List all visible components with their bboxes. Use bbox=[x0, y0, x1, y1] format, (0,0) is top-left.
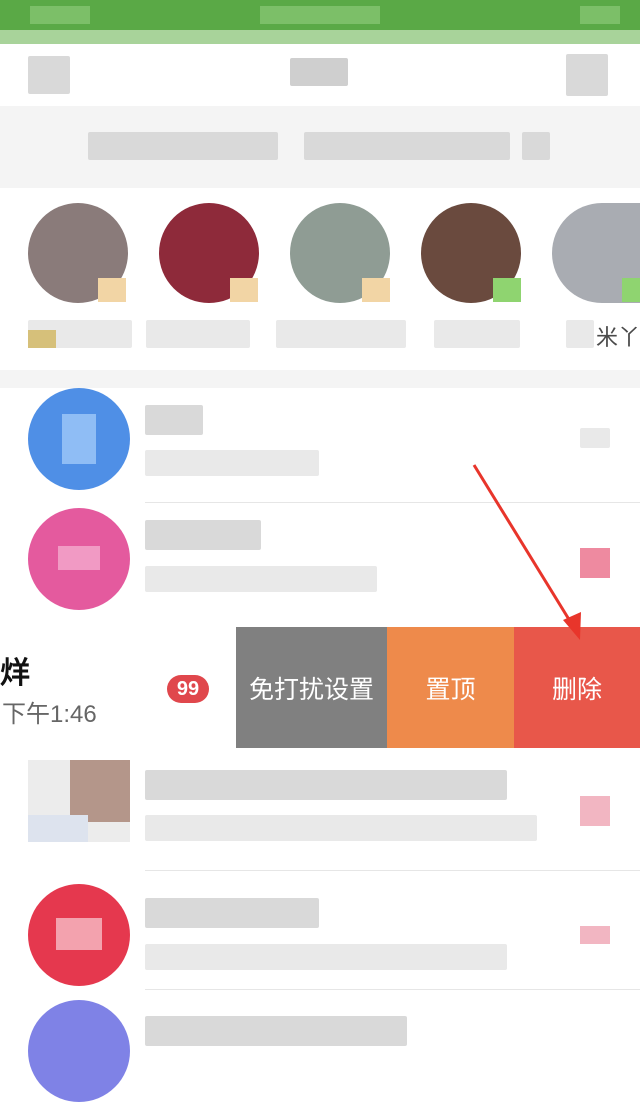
chat-name bbox=[145, 520, 261, 550]
badge-icon bbox=[622, 278, 640, 302]
avatar-detail bbox=[56, 918, 102, 950]
status-blur bbox=[580, 6, 620, 24]
add-icon[interactable] bbox=[566, 54, 608, 96]
chat-name bbox=[145, 1016, 407, 1046]
chat-preview bbox=[145, 815, 537, 841]
story-name: 米丫 bbox=[596, 325, 640, 350]
badge-icon bbox=[230, 278, 258, 302]
story-name bbox=[434, 320, 520, 348]
chat-name bbox=[145, 405, 203, 435]
chat-name: 烊 bbox=[0, 657, 30, 690]
avatar-detail bbox=[58, 546, 100, 570]
avatar-detail bbox=[62, 414, 96, 464]
chat-status-icon bbox=[580, 428, 610, 448]
section-gap bbox=[0, 370, 640, 388]
story-name-tag bbox=[28, 330, 56, 348]
search-placeholder-blur bbox=[88, 132, 278, 160]
status-bar bbox=[0, 0, 640, 30]
avatar-detail bbox=[28, 815, 88, 842]
chat-preview bbox=[145, 566, 377, 592]
badge-icon bbox=[362, 278, 390, 302]
chat-name bbox=[145, 898, 319, 928]
avatar-detail bbox=[70, 760, 130, 822]
badge-icon bbox=[98, 278, 126, 302]
search-bar[interactable] bbox=[0, 106, 640, 188]
page-title bbox=[290, 58, 348, 86]
story-name bbox=[146, 320, 250, 348]
story-name bbox=[276, 320, 406, 348]
search-placeholder-blur bbox=[304, 132, 510, 160]
mute-icon bbox=[580, 926, 610, 944]
chat-preview bbox=[145, 944, 507, 970]
mute-icon bbox=[580, 548, 610, 578]
back-icon[interactable] bbox=[28, 56, 70, 94]
pin-button[interactable]: 置顶 bbox=[387, 627, 514, 748]
chat-time: 下午1:46 bbox=[2, 701, 97, 728]
status-bar-edge bbox=[0, 30, 640, 44]
chat-name bbox=[145, 770, 507, 800]
mute-icon bbox=[580, 796, 610, 826]
chat-avatar[interactable] bbox=[28, 1000, 130, 1102]
story-name bbox=[566, 320, 594, 348]
status-blur bbox=[30, 6, 90, 24]
status-blur bbox=[260, 6, 380, 24]
delete-button[interactable]: 删除 bbox=[514, 627, 640, 748]
chat-preview bbox=[145, 450, 319, 476]
search-icon[interactable] bbox=[522, 132, 550, 160]
unread-badge: 99 bbox=[167, 675, 209, 703]
mute-settings-button[interactable]: 免打扰设置 bbox=[236, 627, 387, 748]
badge-icon bbox=[493, 278, 521, 302]
nav-bar bbox=[0, 44, 640, 106]
